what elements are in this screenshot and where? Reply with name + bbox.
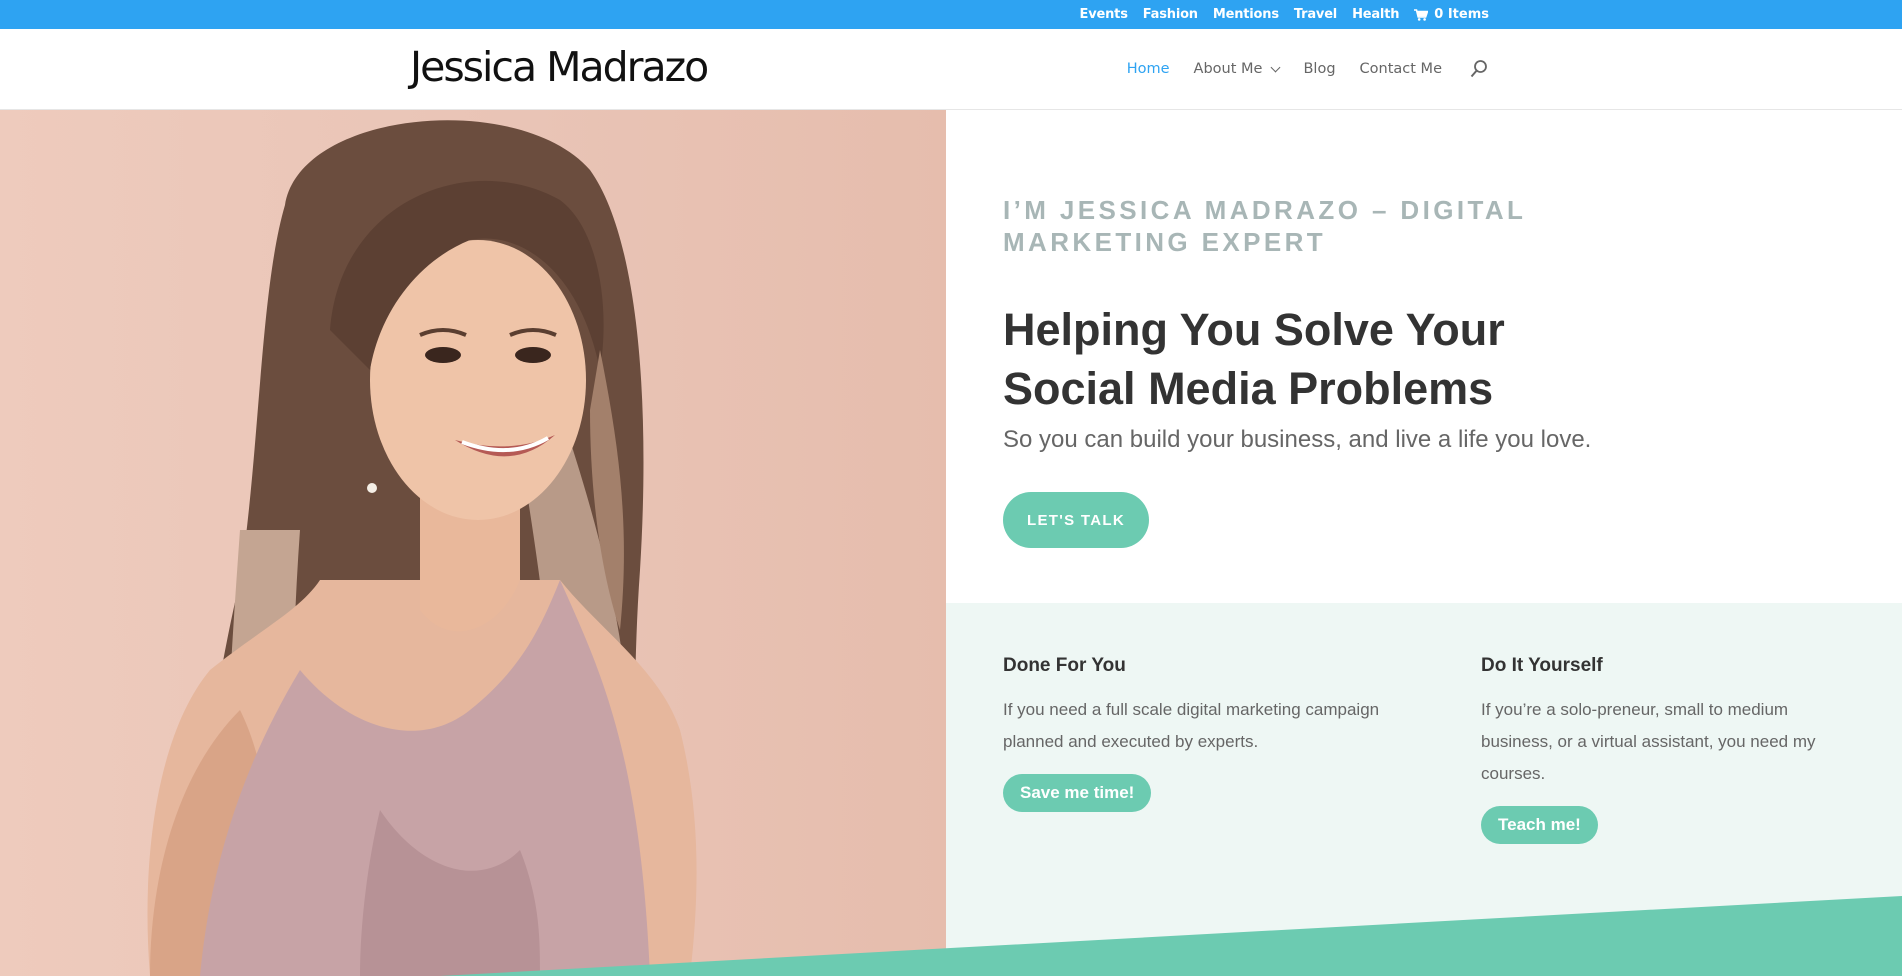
cart-link[interactable]: 0 Items <box>1414 7 1489 22</box>
nav-item-label: Blog <box>1303 61 1336 77</box>
search-icon[interactable] <box>1470 59 1488 79</box>
portrait-illustration <box>147 120 697 976</box>
secondary-nav: Events Fashion Mentions Travel Health 0 … <box>1080 0 1489 29</box>
nav-item-contact[interactable]: Contact Me <box>1360 61 1442 77</box>
service-card-do-it-yourself: Do It Yourself If you’re a solo-preneur,… <box>1481 655 1851 844</box>
hero-eyebrow: I’M JESSICA MADRAZO – DIGITAL MARKETING … <box>1003 195 1526 257</box>
service-title: Done For You <box>1003 655 1126 676</box>
topbar-link-events[interactable]: Events <box>1080 7 1128 22</box>
service-description: If you need a full scale digital marketi… <box>1003 700 1380 751</box>
service-card-done-for-you: Done For You If you need a full scale di… <box>1003 655 1383 812</box>
service-description: If you’re a solo-preneur, small to mediu… <box>1481 700 1816 783</box>
site-logo[interactable]: Jessica Madrazo <box>410 43 709 91</box>
hero-headline: Helping You Solve Your Social Media Prob… <box>1003 304 1505 414</box>
main-header: Jessica Madrazo Home About Me Blog Conta… <box>0 29 1902 110</box>
topbar-link-mentions[interactable]: Mentions <box>1213 7 1279 22</box>
nav-item-label: About Me <box>1193 61 1263 77</box>
lets-talk-button[interactable]: LET'S TALK <box>1003 492 1149 548</box>
nav-item-about[interactable]: About Me <box>1193 61 1281 77</box>
cart-count: 0 Items <box>1434 7 1489 22</box>
topbar-link-travel[interactable]: Travel <box>1294 7 1337 22</box>
nav-item-label: Contact Me <box>1359 61 1442 77</box>
nav-item-home[interactable]: Home <box>1127 61 1170 77</box>
top-bar: Events Fashion Mentions Travel Health 0 … <box>0 0 1902 29</box>
hero-content: I’M JESSICA MADRAZO – DIGITAL MARKETING … <box>946 110 1902 603</box>
service-title: Do It Yourself <box>1481 655 1603 676</box>
topbar-link-health[interactable]: Health <box>1352 7 1399 22</box>
save-me-time-button[interactable]: Save me time! <box>1003 774 1152 812</box>
section-divider <box>440 896 1902 976</box>
cart-icon <box>1414 8 1429 21</box>
hero-portrait <box>0 110 946 976</box>
nav-item-blog[interactable]: Blog <box>1303 61 1335 77</box>
chevron-down-icon <box>1271 62 1281 72</box>
topbar-link-fashion[interactable]: Fashion <box>1143 7 1198 22</box>
main-nav: Home About Me Blog Contact Me <box>1127 29 1488 109</box>
teach-me-button[interactable]: Teach me! <box>1481 806 1598 844</box>
nav-item-label: Home <box>1126 61 1170 77</box>
hero-subheadline: So you can build your business, and live… <box>1003 426 1592 453</box>
